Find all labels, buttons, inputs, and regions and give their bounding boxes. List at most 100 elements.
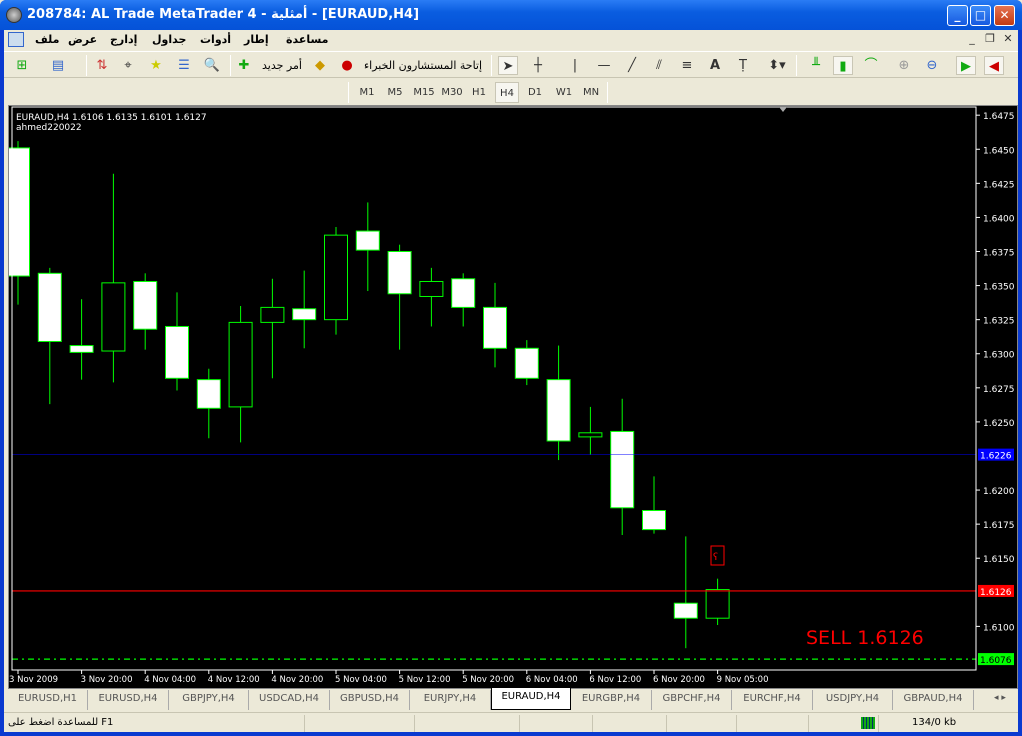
- candle-body: [642, 510, 666, 531]
- fibonacci-icon[interactable]: ≡: [677, 56, 697, 75]
- mdi-restore-button[interactable]: ❐: [982, 32, 998, 47]
- mdi-minimize-button[interactable]: _: [964, 32, 980, 47]
- separator: [796, 55, 797, 76]
- maximize-button[interactable]: □: [970, 5, 991, 26]
- chart-shift-icon[interactable]: ◀: [984, 56, 1004, 75]
- timeframe-w1[interactable]: W1: [552, 82, 576, 103]
- connection-status-icon[interactable]: [861, 717, 875, 729]
- y-tick-label: 1.6100: [983, 623, 1015, 633]
- autoscroll-icon[interactable]: ▶: [956, 56, 976, 75]
- menu-tools[interactable]: أدوات: [200, 33, 231, 46]
- sell-annotation: SELL 1.6126: [806, 627, 924, 649]
- new-order-button[interactable]: أمر جديد: [262, 59, 302, 72]
- menu-window[interactable]: إطار: [244, 33, 269, 46]
- vertical-line-icon[interactable]: |: [565, 56, 585, 75]
- candle-body: [387, 250, 412, 295]
- x-tick-label: 5 Nov 12:00: [399, 675, 451, 685]
- chart-tab[interactable]: EURGBP,H4: [572, 690, 652, 710]
- chart-tab[interactable]: GBPCHF,H4: [652, 690, 732, 710]
- chart-tab[interactable]: EURUSD,H1: [8, 690, 88, 710]
- help-hint: للمساعدة اضغط على F1: [8, 717, 114, 728]
- y-tick-label: 1.6350: [983, 283, 1015, 293]
- symbol-info: EURAUD,H4 1.6106 1.6135 1.6101 1.6127: [16, 113, 207, 123]
- y-tick-label: 1.6250: [983, 419, 1015, 429]
- chart-tab[interactable]: EURAUD,H4: [491, 688, 571, 710]
- chart-tab[interactable]: GBPAUD,H4: [894, 690, 974, 710]
- terminal-icon[interactable]: ☰: [174, 56, 194, 75]
- timeframe-h1[interactable]: H1: [467, 82, 491, 103]
- zoom-out-icon[interactable]: ⊖: [922, 56, 942, 75]
- separator: [86, 55, 87, 76]
- tab-scroll-arrows[interactable]: ◂ ▸: [994, 693, 1006, 703]
- new-order-icon[interactable]: ✚: [234, 56, 254, 75]
- chart-window-icon[interactable]: [8, 32, 24, 47]
- bar-chart-icon[interactable]: ╨: [806, 56, 826, 75]
- price-chart[interactable]: 1.6226 1.6126 1.6076 1.6475 1.6450 1.6425 1.6…: [6, 106, 1017, 688]
- x-tick-label: 5 Nov 20:00: [462, 675, 514, 685]
- mdi-close-button[interactable]: ✕: [1000, 32, 1016, 47]
- timeframe-m1[interactable]: M1: [355, 82, 379, 103]
- strategy-tester-icon[interactable]: 🔍: [202, 56, 222, 75]
- line-chart-icon[interactable]: ⌒: [861, 56, 881, 75]
- close-button[interactable]: ✕: [994, 5, 1015, 26]
- menu-help[interactable]: مساعدة: [286, 33, 329, 46]
- y-tick-label: 1.6175: [983, 521, 1015, 531]
- candle-body: [101, 282, 126, 352]
- y-tick-label: 1.6150: [983, 555, 1015, 565]
- chart-tab[interactable]: EURCHF,H4: [733, 690, 813, 710]
- candle-body: [355, 230, 380, 251]
- candle-body: [705, 589, 730, 619]
- timeframe-h4[interactable]: H4: [495, 82, 519, 103]
- chart-window[interactable]: 1.6226 1.6126 1.6076 1.6475 1.6450 1.6425 1.6…: [6, 105, 1018, 689]
- timeframe-mn[interactable]: MN: [579, 82, 603, 103]
- chart-tab[interactable]: EURUSD,H4: [89, 690, 169, 710]
- metaeditor-icon[interactable]: ◆: [310, 56, 330, 75]
- profiles-icon[interactable]: ▤: [48, 56, 68, 75]
- expert-advisors-icon[interactable]: ●: [337, 56, 357, 75]
- menu-view[interactable]: عرض: [68, 33, 97, 46]
- expert-advisors-button[interactable]: إتاحة المستشارون الخبراء: [364, 59, 482, 72]
- timeframe-toolbar: M1 M5 M15 M30 H1 H4 D1 W1 MN: [4, 79, 1018, 104]
- window-title: 208784: AL Trade MetaTrader 4 - أمثلية -…: [27, 7, 420, 22]
- zoom-in-icon[interactable]: ⊕: [894, 56, 914, 75]
- menu-file[interactable]: ملف: [35, 33, 59, 46]
- chart-tabs: EURUSD,H1 EURUSD,H4 GBPJPY,H4 USDCAD,H4 GBPU…: [4, 688, 1018, 712]
- new-chart-icon[interactable]: ⊞: [12, 56, 32, 75]
- timeframe-d1[interactable]: D1: [523, 82, 547, 103]
- candle-body: [324, 234, 348, 321]
- main-toolbar: ⊞ ▤ ⇅ ⌖ ★ ☰ 🔍 ✚ أمر جديد ◆ ● إتاحة المست…: [4, 51, 1018, 78]
- navigator-icon[interactable]: ★: [146, 56, 166, 75]
- candlestick-chart-icon[interactable]: ▮: [833, 56, 853, 75]
- candle-body: [133, 280, 158, 330]
- chart-tab[interactable]: GBPJPY,H4: [169, 690, 249, 710]
- arrows-dropdown-icon[interactable]: ⬍▾: [764, 56, 790, 75]
- minimize-button[interactable]: _: [947, 5, 968, 26]
- y-tick-label: 1.6200: [983, 487, 1015, 497]
- candle-body: [610, 430, 635, 509]
- timeframe-m5[interactable]: M5: [383, 82, 407, 103]
- timeframe-m15[interactable]: M15: [411, 82, 437, 103]
- horizontal-line-icon[interactable]: —: [594, 56, 614, 75]
- text-label-icon[interactable]: Ṭ: [733, 56, 753, 75]
- menu-insert[interactable]: إدارج: [110, 33, 137, 46]
- crosshair-icon[interactable]: ┼: [528, 56, 548, 75]
- menu-charts[interactable]: جداول: [152, 33, 186, 46]
- market-watch-icon[interactable]: ⇅: [92, 56, 112, 75]
- chart-tab[interactable]: USDJPY,H4: [813, 690, 893, 710]
- x-tick-label: 5 Nov 04:00: [335, 675, 387, 685]
- separator: [348, 82, 349, 103]
- trendline-icon[interactable]: ╱: [622, 56, 642, 75]
- menu-bar: ملف عرض إدارج جداول أدوات إطار مساعدة _ …: [4, 30, 1018, 50]
- cursor-icon[interactable]: ➤: [498, 56, 518, 75]
- data-window-icon[interactable]: ⌖: [118, 56, 138, 75]
- equidistant-channel-icon[interactable]: ⫽: [649, 56, 669, 75]
- x-tick-label: 4 Nov 12:00: [208, 675, 260, 685]
- candle-body: [546, 379, 571, 442]
- candle-body: [483, 306, 507, 349]
- chart-tab[interactable]: GBPUSD,H4: [330, 690, 410, 710]
- chart-tab[interactable]: USDCAD,H4: [250, 690, 330, 710]
- candle-body: [578, 432, 603, 438]
- timeframe-m30[interactable]: M30: [439, 82, 465, 103]
- chart-tab[interactable]: EURJPY,H4: [411, 690, 491, 710]
- text-icon[interactable]: A: [705, 56, 725, 75]
